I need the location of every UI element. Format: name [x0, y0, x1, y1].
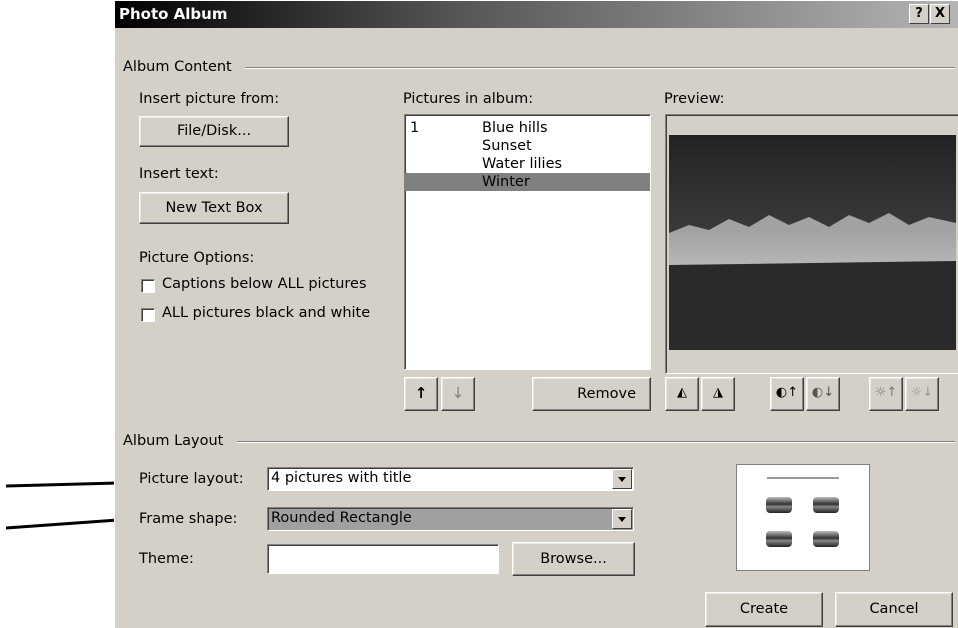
- pictures-listbox[interactable]: 1 Blue hills Sunset Water lilies Winter: [404, 114, 651, 370]
- brightness-down-button[interactable]: ☼↓: [905, 377, 939, 411]
- list-item-name: Sunset: [482, 138, 532, 154]
- create-button[interactable]: Create: [705, 592, 823, 627]
- list-item[interactable]: Water lilies: [405, 155, 650, 173]
- browse-button[interactable]: Browse...: [512, 542, 635, 576]
- window-title: Photo Album: [119, 5, 228, 23]
- picture-layout-label: Picture layout:: [139, 471, 244, 487]
- layout-preview-thumbnail: [736, 464, 870, 571]
- frame-shape-label: Frame shape:: [139, 511, 238, 527]
- list-item-index: 1: [410, 120, 420, 136]
- list-item-name: Blue hills: [482, 120, 548, 136]
- preview-pane: [665, 114, 958, 374]
- thumbnail-picture-icon: [766, 531, 792, 547]
- chevron-down-icon[interactable]: [612, 469, 632, 489]
- captions-checkbox-label: Captions below ALL pictures: [162, 276, 367, 292]
- picture-layout-dropdown[interactable]: 4 pictures with title: [267, 467, 634, 491]
- black-and-white-checkbox-label: ALL pictures black and white: [162, 305, 371, 321]
- brightness-up-button[interactable]: ☼↑: [869, 377, 903, 411]
- thumbnail-title-bar: [767, 477, 839, 479]
- pictures-in-album-label: Pictures in album:: [403, 91, 534, 107]
- close-button[interactable]: X: [930, 4, 950, 24]
- rotate-right-icon: ◮: [713, 385, 723, 400]
- black-and-white-checkbox[interactable]: [141, 308, 155, 322]
- new-text-box-button[interactable]: New Text Box: [139, 192, 289, 224]
- rotate-left-icon: ◭: [677, 385, 687, 400]
- album-content-divider: [245, 67, 955, 69]
- preview-label: Preview:: [664, 91, 725, 107]
- insert-picture-label: Insert picture from:: [139, 91, 280, 107]
- rotate-left-button[interactable]: ◭: [665, 377, 699, 411]
- list-item-name: Water lilies: [482, 156, 563, 172]
- move-down-button[interactable]: ↓: [441, 377, 475, 411]
- frame-shape-dropdown[interactable]: Rounded Rectangle: [267, 507, 634, 531]
- list-item[interactable]: Sunset: [405, 137, 650, 155]
- contrast-up-button[interactable]: ◐↑: [770, 377, 804, 411]
- thumbnail-picture-icon: [813, 497, 839, 513]
- theme-input[interactable]: [267, 544, 499, 574]
- chevron-down-icon[interactable]: [612, 509, 632, 529]
- brightness-down-icon: ☼↓: [910, 385, 934, 400]
- album-layout-group-label: Album Layout: [123, 433, 224, 449]
- frame-shape-value: Rounded Rectangle: [271, 510, 412, 526]
- captions-checkbox[interactable]: [141, 279, 155, 293]
- contrast-up-icon: ◐↑: [775, 385, 799, 400]
- theme-label: Theme:: [139, 551, 194, 567]
- album-layout-divider: [237, 441, 955, 443]
- photo-album-dialog: Photo Album ? X Album Content Insert pic…: [114, 1, 958, 628]
- insert-text-label: Insert text:: [139, 166, 219, 182]
- album-content-group-label: Album Content: [123, 59, 232, 75]
- list-item-selected[interactable]: Winter: [405, 173, 650, 191]
- thumbnail-picture-icon: [813, 531, 839, 547]
- contrast-down-icon: ◐↓: [811, 385, 835, 400]
- picture-layout-value: 4 pictures with title: [271, 470, 412, 486]
- brightness-up-icon: ☼↑: [874, 385, 898, 400]
- picture-options-label: Picture Options:: [139, 250, 255, 266]
- preview-image: [669, 135, 956, 350]
- thumbnail-picture-icon: [766, 497, 792, 513]
- help-button[interactable]: ?: [909, 4, 929, 24]
- cancel-button[interactable]: Cancel: [835, 592, 953, 627]
- title-bar: Photo Album ? X: [115, 1, 958, 28]
- file-disk-button[interactable]: File/Disk...: [139, 116, 289, 147]
- contrast-down-button[interactable]: ◐↓: [806, 377, 840, 411]
- list-item[interactable]: 1 Blue hills: [405, 119, 650, 137]
- list-item-name: Winter: [482, 174, 530, 190]
- remove-button[interactable]: Remove: [532, 377, 651, 411]
- rotate-right-button[interactable]: ◮: [701, 377, 735, 411]
- move-up-button[interactable]: ↑: [404, 377, 438, 411]
